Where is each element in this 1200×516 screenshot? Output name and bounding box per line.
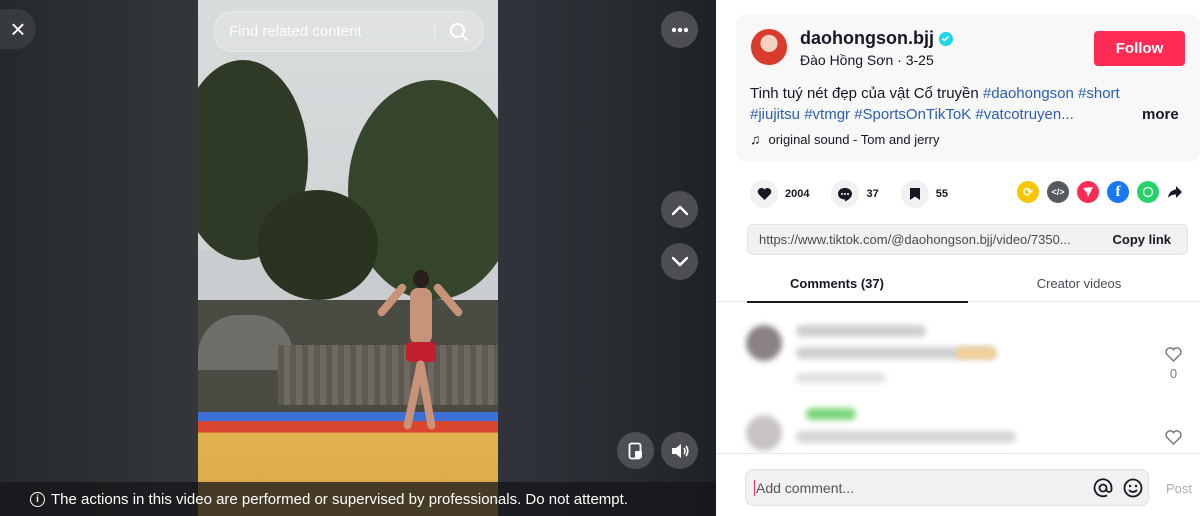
comment-button[interactable]: 37 [831, 180, 878, 208]
music-note-icon: ♫ [750, 131, 761, 147]
floating-player-button[interactable] [617, 432, 654, 469]
previous-video-button[interactable] [661, 191, 698, 228]
bookmark-icon[interactable] [901, 180, 929, 208]
comment-list[interactable]: 0 [716, 303, 1200, 453]
send-to-friends-icon[interactable] [1077, 181, 1099, 203]
comment-like-button[interactable] [1165, 430, 1182, 445]
save-count: 55 [936, 188, 948, 200]
video-caption: Tinh tuý nét đẹp của vật Cổ truyền #daoh… [750, 83, 1190, 105]
like-count: 2004 [785, 188, 809, 200]
chevron-down-icon [671, 256, 689, 268]
info-icon: i [30, 492, 45, 507]
author-username[interactable]: daohongson.bjj [800, 28, 953, 49]
comment-like-count: 0 [1170, 366, 1177, 381]
chevron-up-icon [671, 204, 689, 216]
search-icon[interactable] [435, 22, 483, 42]
video-link-box: https://www.tiktok.com/@daohongson.bjj/v… [747, 224, 1188, 255]
tab-comments[interactable]: Comments (37) [716, 270, 958, 301]
safety-notice: i The actions in this video are performe… [0, 482, 716, 516]
panel-tabs: Comments (37) Creator videos [716, 270, 1200, 302]
repost-icon[interactable]: ⟳ [1017, 181, 1039, 203]
engagement-actions: 2004 37 55 [750, 180, 970, 208]
author-subline: Đào Hồng Sơn · 3-25 [800, 52, 934, 68]
comment-compose-bar: Add comment... Post [716, 453, 1200, 516]
wrestler-figure [396, 270, 446, 440]
close-icon: × [10, 14, 25, 45]
comment-avatar[interactable] [746, 325, 782, 361]
author-info-card: daohongson.bjj Đào Hồng Sơn · 3-25 Follo… [736, 14, 1200, 162]
comment-icon[interactable] [831, 180, 859, 208]
heart-outline-icon [1165, 430, 1182, 445]
avatar[interactable] [750, 28, 788, 66]
comment-avatar[interactable] [746, 415, 782, 451]
search-placeholder[interactable]: Find related content [214, 23, 434, 40]
caption-hashtags-line1[interactable]: #daohongson #short [983, 85, 1120, 102]
comment-input-placeholder[interactable]: Add comment... [754, 480, 1088, 496]
comment-count: 37 [866, 188, 878, 200]
comment-like-button[interactable]: 0 [1165, 347, 1182, 381]
comment-input[interactable]: Add comment... [745, 469, 1149, 506]
volume-button[interactable] [661, 432, 698, 469]
whatsapp-icon[interactable] [1137, 181, 1159, 203]
follow-button[interactable]: Follow [1094, 31, 1185, 66]
verified-badge-icon [939, 32, 953, 46]
sound-label[interactable]: original sound - Tom and jerry [769, 132, 940, 147]
copy-link-button[interactable]: Copy link [1102, 232, 1187, 247]
more-options-button[interactable] [661, 11, 698, 48]
share-more-icon[interactable] [1167, 185, 1183, 199]
post-date: 3-25 [906, 52, 934, 68]
next-video-button[interactable] [661, 243, 698, 280]
save-button[interactable]: 55 [901, 180, 948, 208]
like-button[interactable]: 2004 [750, 180, 809, 208]
facebook-icon[interactable]: f [1107, 181, 1129, 203]
sound-link[interactable]: ♫ original sound - Tom and jerry [750, 131, 940, 147]
video-player[interactable] [198, 0, 498, 516]
emoji-icon[interactable] [1118, 478, 1148, 498]
share-buttons: ⟳ </> f [1017, 181, 1183, 203]
caption-more-link[interactable]: more [1142, 104, 1179, 126]
embed-code-icon[interactable]: </> [1047, 181, 1069, 203]
volume-icon [670, 443, 690, 459]
more-dots-icon [671, 27, 689, 33]
caption-text: Tinh tuý nét đẹp của vật Cổ truyền [750, 85, 983, 102]
mention-icon[interactable] [1088, 478, 1118, 498]
video-blur-background-left [0, 0, 198, 516]
post-button[interactable]: Post [1166, 481, 1192, 496]
video-stage: × Find related content i The actions in … [0, 0, 716, 516]
search-related-input[interactable]: Find related content [213, 11, 484, 52]
caption-hashtags-line2[interactable]: #jiujitsu #vtmgr #SportsOnTikToK #vatcot… [750, 104, 1190, 126]
floating-player-icon [628, 442, 644, 460]
heart-icon[interactable] [750, 180, 778, 208]
author-display-name: Đào Hồng Sơn [800, 52, 893, 68]
tab-creator-videos[interactable]: Creator videos [958, 270, 1200, 301]
heart-outline-icon [1165, 347, 1182, 362]
video-details-panel: daohongson.bjj Đào Hồng Sơn · 3-25 Follo… [716, 0, 1200, 516]
video-url[interactable]: https://www.tiktok.com/@daohongson.bjj/v… [748, 232, 1102, 247]
notice-text: The actions in this video are performed … [51, 491, 628, 508]
